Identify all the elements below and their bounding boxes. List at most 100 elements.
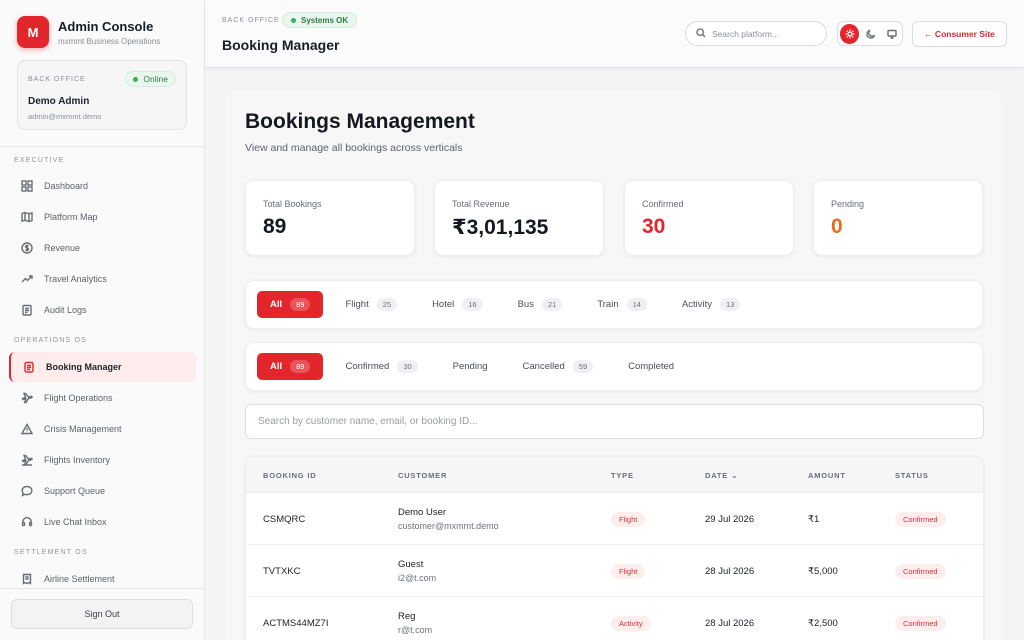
brand: M Admin Console mxmmt Business Operation… bbox=[17, 16, 160, 48]
booking-id[interactable]: ACTMS44MZ7I bbox=[263, 618, 328, 629]
sidebar-item-label: Flights Inventory bbox=[44, 455, 111, 465]
sidebar-item-label: Audit Logs bbox=[44, 305, 87, 315]
tab-confirmed[interactable]: Confirmed 30 bbox=[332, 353, 430, 380]
platform-search[interactable] bbox=[685, 21, 827, 46]
tab-count: 89 bbox=[290, 298, 311, 311]
online-status-text: Online bbox=[143, 74, 168, 84]
stat-card-total-revenue: Total Revenue ₹3,01,135 bbox=[434, 180, 604, 256]
bookings-heading: Bookings Management bbox=[245, 110, 475, 133]
plane-icon bbox=[21, 454, 33, 466]
grid-icon bbox=[21, 180, 33, 192]
vertical-filter-bar: All 89 Flight 25 Hotel 16 Bus 21 Train 14 Act… bbox=[245, 280, 983, 329]
systems-status-text: Systems OK bbox=[301, 15, 349, 25]
chat-icon bbox=[21, 485, 33, 497]
receipt-icon bbox=[21, 573, 33, 585]
tab-flight[interactable]: Flight 25 bbox=[332, 291, 410, 318]
type-badge: Flight bbox=[611, 512, 646, 527]
status-dot-icon bbox=[133, 76, 139, 82]
light-theme-button[interactable] bbox=[840, 23, 860, 44]
tab-cancelled[interactable]: Cancelled 59 bbox=[510, 353, 607, 380]
sidebar-item-label: Travel Analytics bbox=[44, 274, 107, 284]
tab-count: 13 bbox=[720, 298, 741, 311]
tab-count: 21 bbox=[541, 298, 563, 311]
booking-id[interactable]: TVTXKC bbox=[263, 566, 300, 577]
sidebar-item-label: Live Chat Inbox bbox=[44, 517, 107, 527]
type-badge: Activity bbox=[611, 616, 651, 631]
stat-value: 89 bbox=[263, 215, 287, 238]
column-header-type[interactable]: TYPE bbox=[611, 471, 634, 480]
column-header-status[interactable]: STATUS bbox=[895, 471, 929, 480]
table-header: BOOKING ID CUSTOMER TYPE DATE ⌄ AMOUNT S… bbox=[246, 457, 983, 493]
tab-label: Train bbox=[597, 299, 619, 310]
sidebar-item-support-queue[interactable]: Support Queue bbox=[9, 477, 196, 505]
column-header-amount[interactable]: AMOUNT bbox=[808, 471, 846, 480]
booking-amount: ₹1 bbox=[808, 514, 820, 525]
dark-theme-button[interactable] bbox=[861, 24, 880, 44]
stat-label: Total Revenue bbox=[452, 199, 510, 209]
section-label-settlement: SETTLEMENT OS bbox=[14, 549, 88, 556]
table-row[interactable]: ACTMS44MZ7I Reg r@t.com Activity 28 Jul … bbox=[246, 597, 983, 640]
bookings-table: BOOKING ID CUSTOMER TYPE DATE ⌄ AMOUNT S… bbox=[245, 456, 984, 640]
booking-date: 28 Jul 2026 bbox=[705, 618, 755, 629]
section-label-executive: EXECUTIVE bbox=[14, 157, 65, 164]
booking-search-input[interactable] bbox=[258, 416, 958, 427]
tab-count: 89 bbox=[290, 360, 311, 373]
booking-icon bbox=[23, 361, 35, 373]
brand-logo[interactable]: M bbox=[17, 16, 49, 48]
tab-count: 30 bbox=[397, 360, 418, 373]
top-header: BACK OFFICE Systems OK Booking Manager ←… bbox=[205, 0, 1024, 68]
tab-hotel[interactable]: Hotel 16 bbox=[419, 291, 496, 318]
system-theme-button[interactable] bbox=[883, 24, 902, 44]
sidebar-item-label: Revenue bbox=[44, 243, 81, 253]
sidebar-item-booking-manager[interactable]: Booking Manager bbox=[9, 352, 196, 382]
sidebar-item-revenue[interactable]: Revenue bbox=[9, 234, 196, 262]
search-icon bbox=[696, 25, 706, 43]
stat-value: 0 bbox=[831, 215, 843, 238]
sidebar-item-dashboard[interactable]: Dashboard bbox=[9, 172, 196, 200]
tab-count: 16 bbox=[462, 298, 483, 311]
tab-all-statuses[interactable]: All 89 bbox=[257, 353, 324, 380]
tab-all-verticals[interactable]: All 89 bbox=[257, 291, 324, 318]
column-header-booking-id[interactable]: BOOKING ID bbox=[263, 471, 316, 480]
sidebar-item-platform-map[interactable]: Platform Map bbox=[9, 203, 196, 231]
sidebar-item-label: Dashboard bbox=[44, 181, 89, 191]
plane-icon bbox=[21, 392, 33, 404]
sidebar-item-flights-inventory[interactable]: Flights Inventory bbox=[9, 446, 196, 474]
online-status-badge: Online bbox=[125, 71, 176, 87]
sidebar-item-label: Booking Manager bbox=[46, 362, 122, 372]
table-row[interactable]: TVTXKC Guest i2@t.com Flight 28 Jul 2026… bbox=[246, 545, 983, 597]
booking-date: 29 Jul 2026 bbox=[705, 514, 755, 525]
stat-card-confirmed: Confirmed 30 bbox=[624, 180, 794, 256]
tab-train[interactable]: Train 14 bbox=[584, 291, 660, 318]
tab-bus[interactable]: Bus 21 bbox=[505, 291, 576, 318]
booking-id[interactable]: CSMQRC bbox=[263, 514, 305, 525]
sidebar-item-live-chat-inbox[interactable]: Live Chat Inbox bbox=[9, 508, 196, 536]
sidebar-item-flight-operations[interactable]: Flight Operations bbox=[9, 384, 196, 412]
booking-search[interactable] bbox=[245, 404, 984, 439]
sidebar: M Admin Console mxmmt Business Operation… bbox=[0, 0, 205, 640]
table-row[interactable]: CSMQRC Demo User customer@mxmmt.demo Fli… bbox=[246, 493, 983, 545]
tab-count: 59 bbox=[572, 360, 594, 373]
stat-value: 30 bbox=[642, 215, 666, 238]
customer-email: customer@mxmmt.demo bbox=[398, 521, 499, 531]
user-email: admin@mxmmt.demo bbox=[28, 112, 102, 121]
sidebar-item-crisis-management[interactable]: Crisis Management bbox=[9, 415, 196, 443]
tab-completed[interactable]: Completed bbox=[615, 353, 687, 380]
section-label-operations: OPERATIONS OS bbox=[14, 337, 88, 344]
customer-email: r@t.com bbox=[398, 625, 433, 635]
column-header-customer[interactable]: CUSTOMER bbox=[398, 471, 447, 480]
sidebar-item-travel-analytics[interactable]: Travel Analytics bbox=[9, 265, 196, 293]
sidebar-item-label: Crisis Management bbox=[44, 424, 122, 434]
tab-label: All bbox=[270, 299, 283, 310]
sign-out-button[interactable]: Sign Out bbox=[11, 599, 193, 629]
platform-search-input[interactable] bbox=[712, 28, 822, 39]
type-badge: Flight bbox=[611, 564, 646, 579]
column-header-date[interactable]: DATE ⌄ bbox=[705, 471, 738, 480]
tab-label: All bbox=[270, 361, 283, 372]
consumer-site-button[interactable]: ← Consumer Site bbox=[912, 21, 1007, 47]
sidebar-item-audit-logs[interactable]: Audit Logs bbox=[9, 296, 196, 324]
tab-activity[interactable]: Activity 13 bbox=[669, 291, 753, 318]
status-badge: Confirmed bbox=[895, 512, 946, 527]
systems-status-badge: Systems OK bbox=[282, 12, 358, 28]
tab-pending[interactable]: Pending bbox=[440, 353, 501, 380]
